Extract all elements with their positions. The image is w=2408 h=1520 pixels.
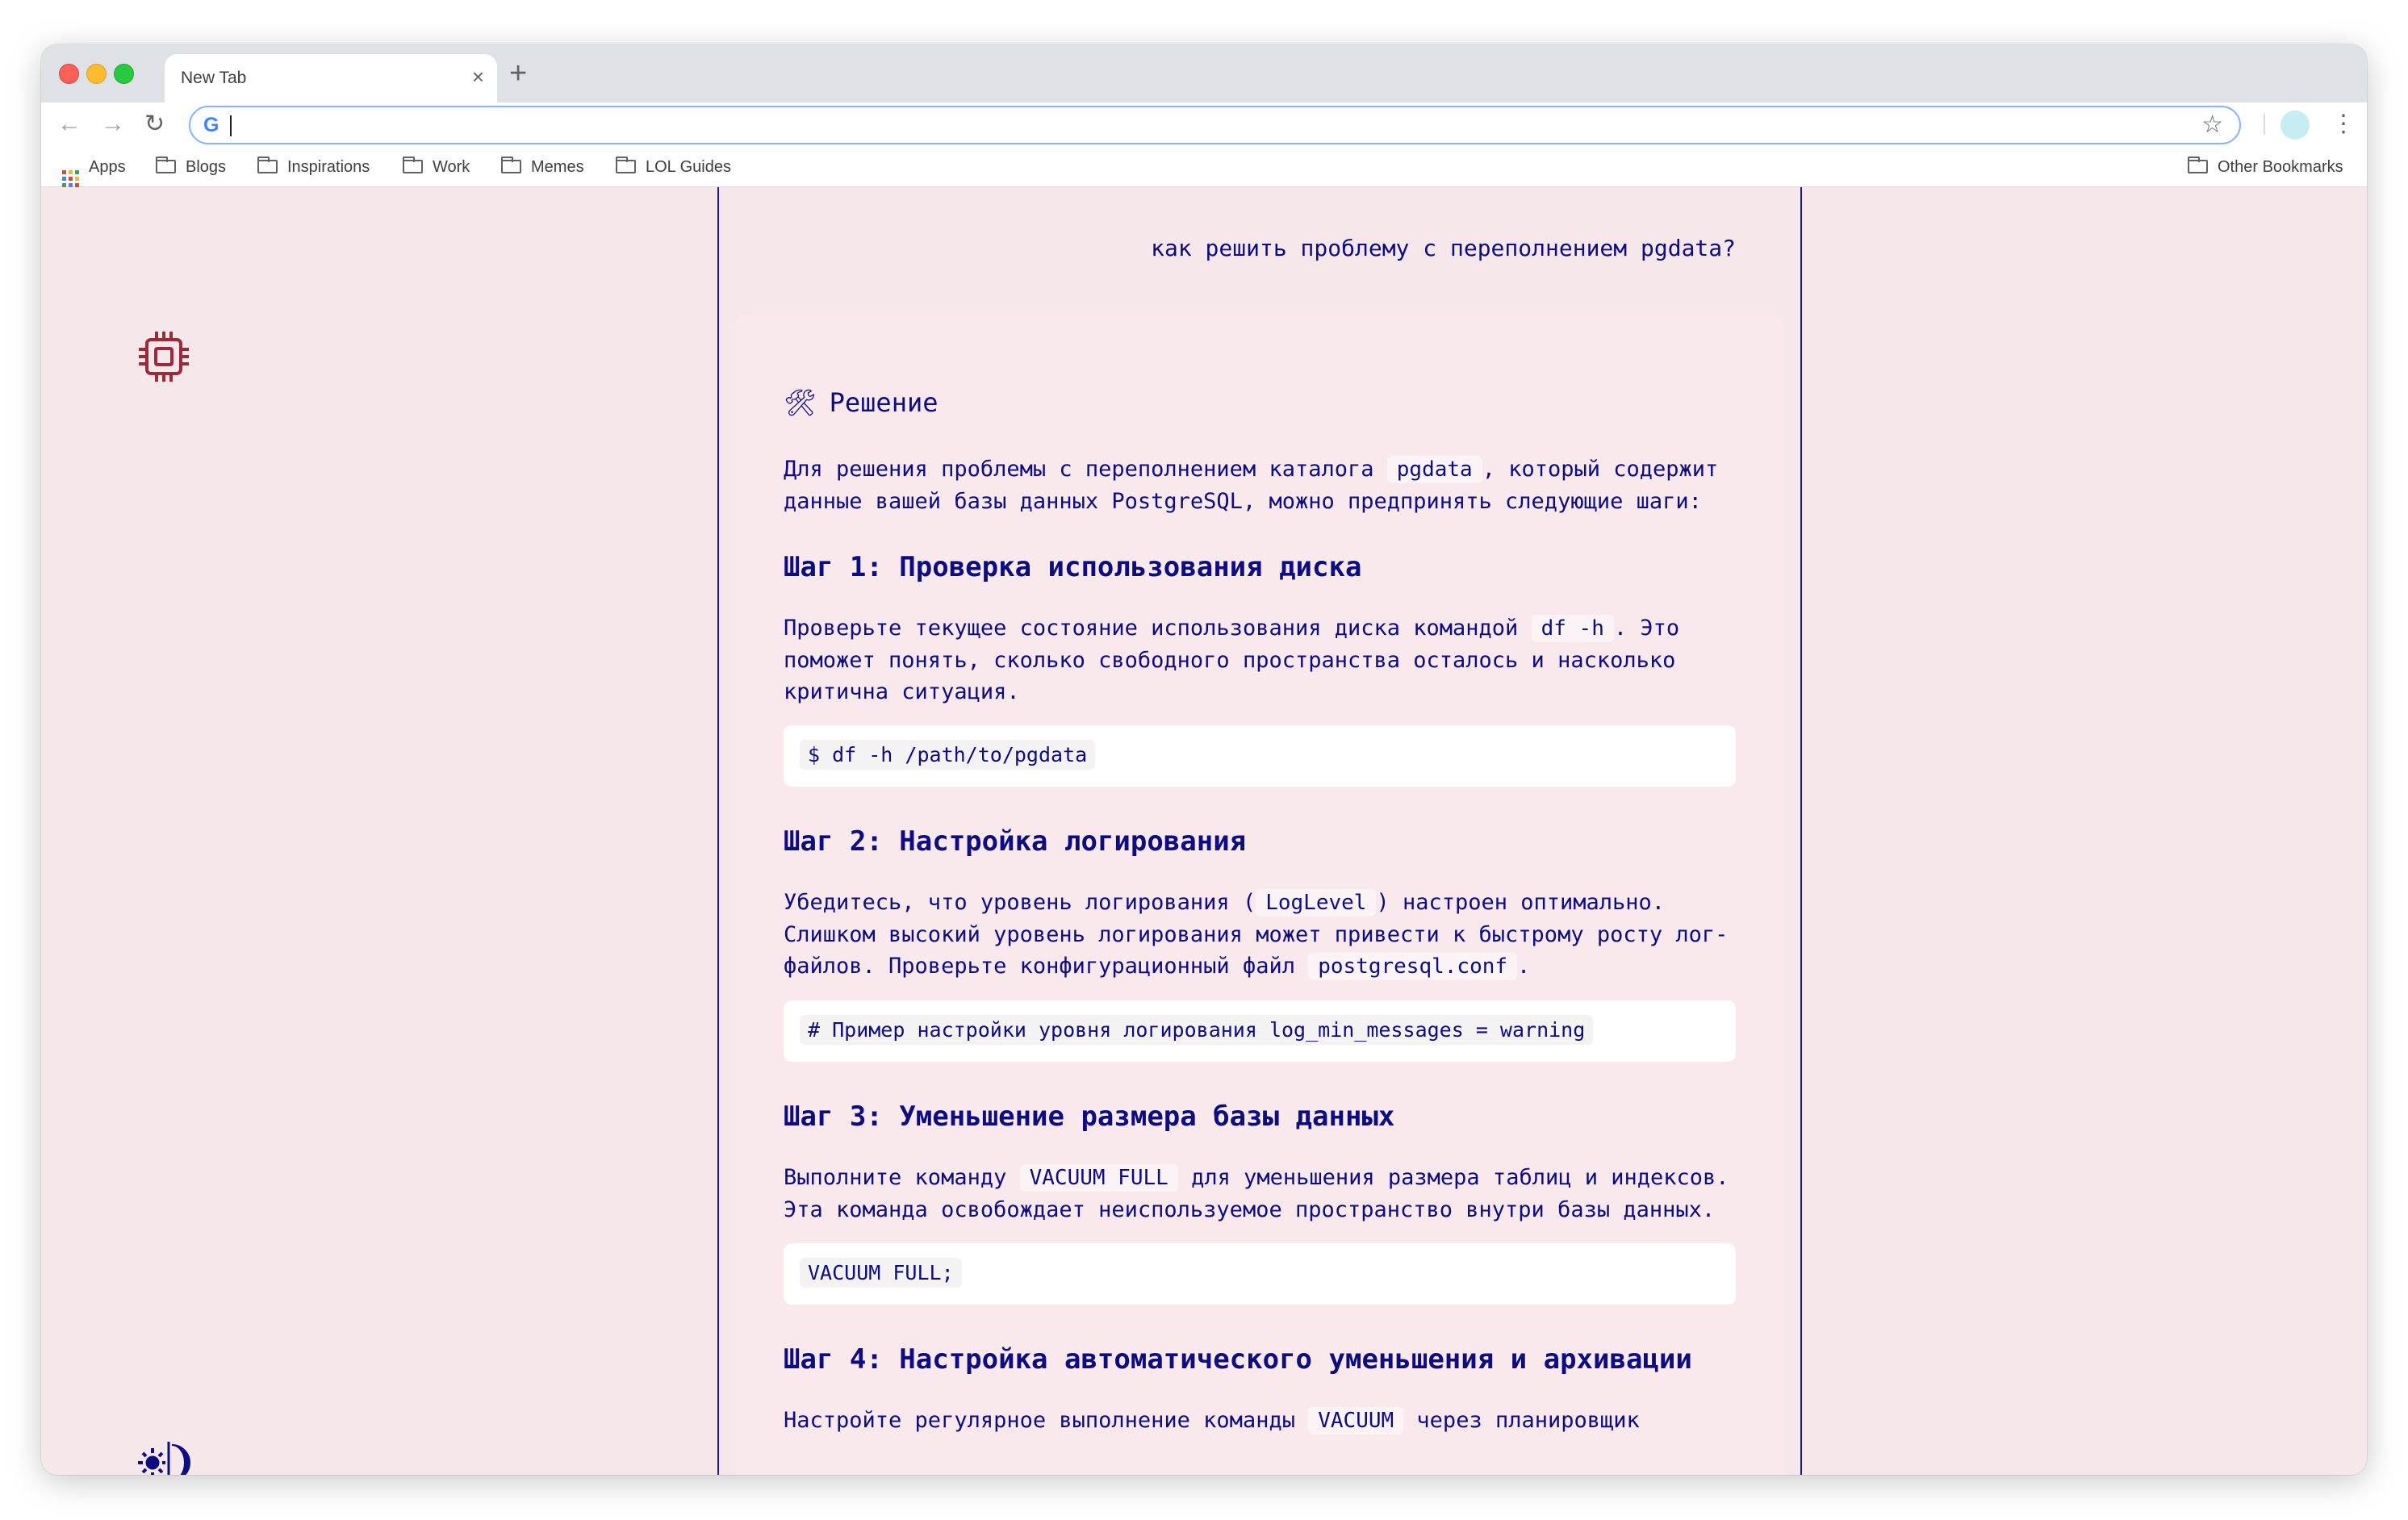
code-text: # Пример настройки уровня логирования lo… [800, 1015, 1594, 1045]
folder-icon [616, 157, 636, 173]
code-text: VACUUM FULL; [800, 1258, 962, 1288]
folder-icon [403, 157, 423, 173]
apps-grid-icon [62, 170, 79, 187]
chat-column: как решить проблему с переполнением pgda… [717, 187, 1802, 1475]
code-block[interactable]: # Пример настройки уровня логирования lo… [784, 1000, 1736, 1062]
step-1-text: Проверьте текущее состояние использовани… [784, 615, 1680, 704]
bookmark-label: Blogs [186, 158, 227, 176]
google-icon: G [203, 114, 219, 136]
cpu-chip-icon[interactable] [137, 330, 190, 383]
window-close-button[interactable] [59, 64, 79, 84]
tab-new-tab[interactable]: New Tab × [165, 54, 497, 102]
address-bar[interactable]: G ☆ [189, 106, 2241, 144]
bookmark-label: Other Bookmarks [2218, 158, 2343, 176]
bookmark-work[interactable]: Work [403, 157, 470, 177]
bookmark-other[interactable]: Other Bookmarks [2188, 157, 2343, 177]
code-block[interactable]: $ df -h /path/to/pgdata [784, 725, 1736, 787]
window-minimize-button[interactable] [86, 64, 107, 84]
step-3-text: Выполните команду VACUUM FULL для уменьш… [784, 1164, 1729, 1222]
bookmark-star-icon[interactable]: ☆ [2201, 112, 2223, 138]
step-4-heading: Шаг 4: Настройка автоматического уменьше… [784, 1343, 1692, 1376]
inline-code: postgresql.conf [1308, 953, 1518, 980]
answer-title: 🛠 Решение [784, 387, 1736, 418]
tab-title: New Tab [181, 69, 247, 87]
window-maximize-button[interactable] [114, 64, 134, 84]
bookmark-blogs[interactable]: Blogs [156, 157, 226, 177]
folder-icon [2188, 157, 2208, 173]
inline-code: VACUUM FULL [1019, 1164, 1178, 1192]
bookmark-label: Memes [531, 158, 584, 176]
browser-window: New Tab × + ← → ↻ G ☆ ⋮ Apps Blogs Inspi… [41, 44, 2367, 1475]
back-arrow-icon[interactable]: ← [57, 109, 82, 140]
profile-avatar[interactable] [2280, 111, 2310, 140]
inline-code: pgdata [1386, 456, 1482, 483]
bookmark-label: Inspirations [287, 158, 370, 176]
page-content: как решить проблему с переполнением pgda… [41, 187, 2367, 1475]
inline-code: df -h [1531, 615, 1614, 642]
toolbar: ← → ↻ G ☆ ⋮ [41, 102, 2367, 148]
sun-moon-icon[interactable] [136, 1437, 193, 1475]
tab-close-icon[interactable]: × [472, 65, 484, 89]
text-caret [230, 115, 232, 136]
bookmark-lol-guides[interactable]: LOL Guides [616, 157, 731, 177]
code-text: $ df -h /path/to/pgdata [800, 740, 1096, 770]
inline-code: VACUUM [1308, 1407, 1404, 1434]
step-3-heading: Шаг 3: Уменьшение размера базы данных [784, 1100, 1395, 1133]
code-block[interactable]: VACUUM FULL; [784, 1243, 1736, 1305]
folder-icon [156, 157, 176, 173]
bookmark-memes[interactable]: Memes [501, 157, 584, 177]
assistant-answer: 🛠 Решение Для решения проблемы с перепол… [735, 315, 1784, 1475]
new-tab-button[interactable]: + [509, 57, 527, 90]
answer-title-text: Решение [829, 387, 939, 418]
step-1-heading: Шаг 1: Проверка использования диска [784, 551, 1362, 583]
step-2-text: Убедитесь, что уровень логирования (LogL… [784, 889, 1729, 980]
tools-icon: 🛠 [784, 387, 817, 418]
forward-arrow-icon[interactable]: → [101, 109, 125, 140]
bookmark-apps[interactable]: Apps [62, 157, 126, 187]
tab-strip: New Tab × + [41, 44, 2367, 102]
reload-icon[interactable]: ↻ [144, 109, 165, 140]
step-2-heading: Шаг 2: Настройка логирования [784, 825, 1247, 858]
inline-code: LogLevel [1256, 889, 1377, 917]
toolbar-divider [2264, 114, 2265, 135]
bookmark-label: Work [433, 158, 470, 176]
intro-paragraph: Для решения проблемы с переполнением кат… [784, 456, 1719, 514]
folder-icon [501, 157, 521, 173]
bookmark-label: Apps [89, 158, 126, 176]
bookmark-inspirations[interactable]: Inspirations [257, 157, 370, 177]
bookmarks-bar: Apps Blogs Inspirations Work Memes LOL G… [41, 148, 2367, 187]
menu-dots-icon[interactable]: ⋮ [2331, 109, 2356, 140]
folder-icon [257, 157, 278, 173]
user-question: как решить проблему с переполнением pgda… [1151, 235, 1736, 261]
step-4-text: Настройте регулярное выполнение команды … [784, 1407, 1640, 1434]
bookmark-label: LOL Guides [646, 158, 731, 176]
